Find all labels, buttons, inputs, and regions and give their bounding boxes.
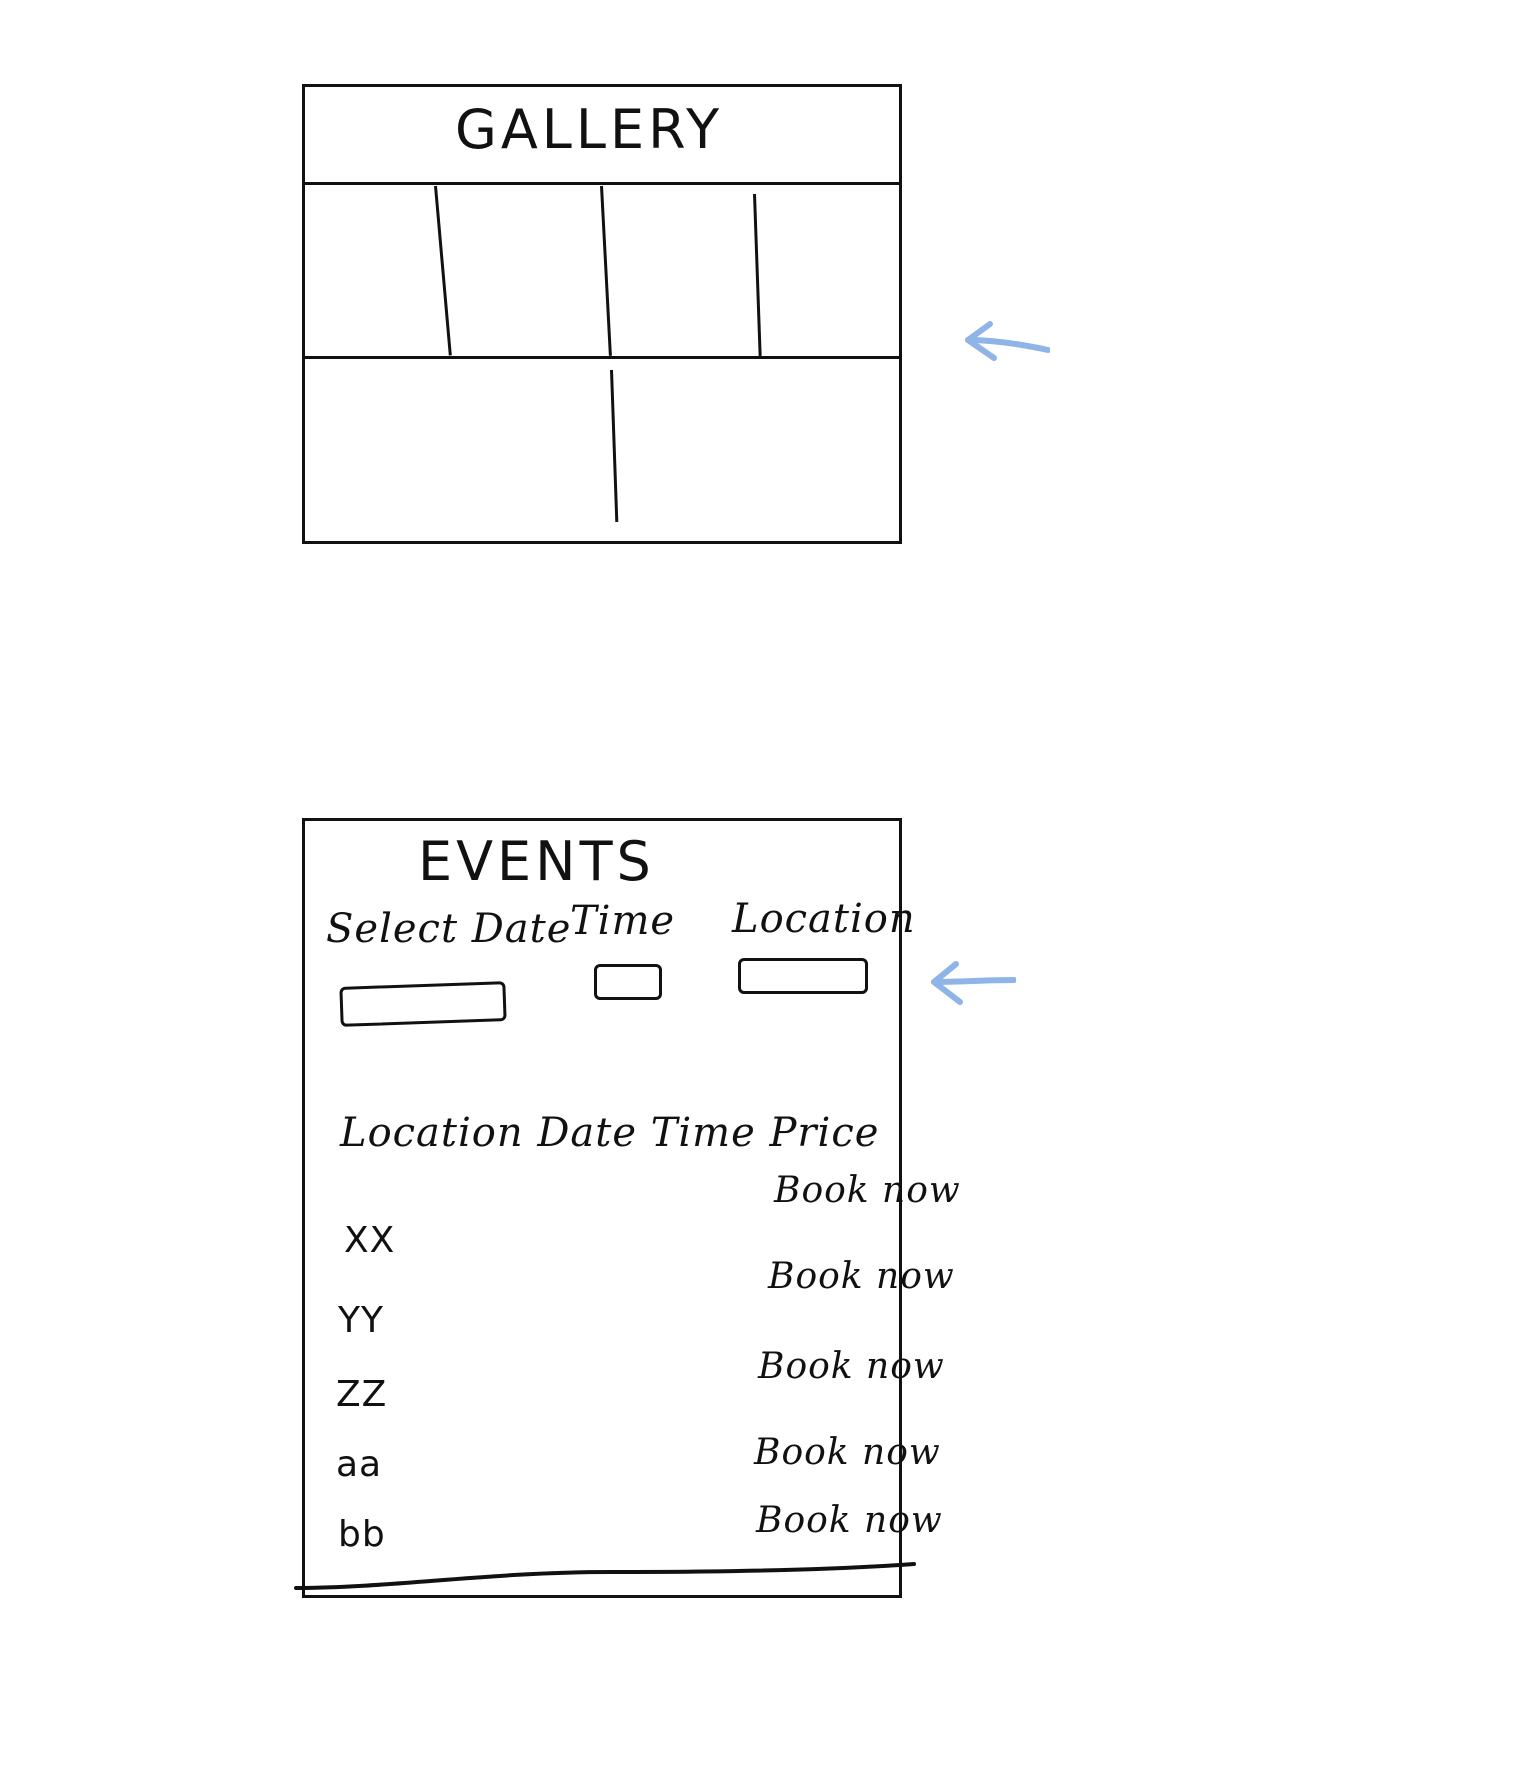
event-row-name: ZZ (336, 1374, 388, 1415)
gallery-header-divider (302, 182, 902, 185)
date-filter-label: Select Date (326, 906, 572, 952)
book-now-button[interactable]: Book now (774, 1170, 961, 1211)
gallery-title: GALLERY (455, 98, 724, 161)
gallery-image-2[interactable] (440, 186, 598, 354)
book-now-button[interactable]: Book now (756, 1500, 943, 1541)
events-bottom-line (294, 1562, 916, 1590)
book-now-button[interactable]: Book now (758, 1346, 945, 1387)
event-row-name: aa (336, 1444, 383, 1485)
gallery-image-4[interactable] (758, 186, 898, 354)
time-input[interactable] (594, 964, 662, 1000)
gallery-image-5[interactable] (305, 362, 607, 540)
events-table-header: Location Date Time Price (340, 1110, 880, 1156)
book-now-button[interactable]: Book now (754, 1432, 941, 1473)
time-filter-label: Time (570, 898, 676, 944)
left-arrow-icon (965, 321, 1050, 361)
event-row-name: YY (338, 1300, 384, 1341)
gallery-image-6[interactable] (616, 362, 898, 540)
gallery-image-1[interactable] (305, 186, 431, 354)
location-input[interactable] (738, 958, 868, 994)
events-title: EVENTS (418, 830, 655, 893)
left-arrow-icon (931, 961, 1016, 1005)
book-now-button[interactable]: Book now (768, 1256, 955, 1297)
gallery-image-3[interactable] (606, 186, 750, 354)
location-filter-label: Location (732, 896, 916, 942)
event-row-name: XX (344, 1220, 396, 1261)
gallery-row-divider (302, 356, 902, 359)
date-input[interactable] (339, 981, 507, 1027)
